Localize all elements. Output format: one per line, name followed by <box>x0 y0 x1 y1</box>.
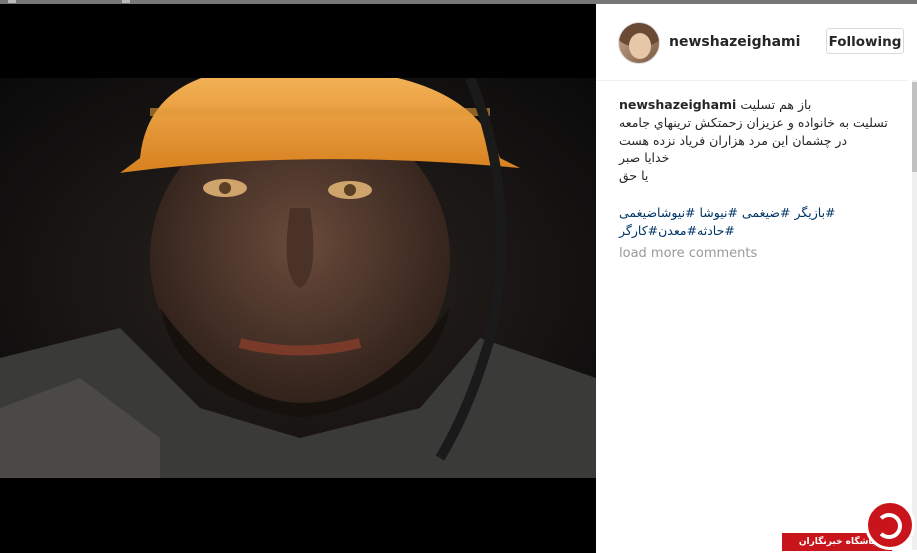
caption-line: در چشمان این مرد هزاران فریاد نزده هست <box>619 132 848 148</box>
hashtags: #بازیگر #ضیغمی #نیوشا #نیوشاضیغمی #حادثه… <box>619 204 836 239</box>
top-strip-mark <box>122 0 130 3</box>
miner-illustration <box>0 78 596 478</box>
load-more-comments-link[interactable]: load more comments <box>619 246 757 261</box>
top-strip-mark <box>8 0 16 3</box>
watermark-logo: باشگاه خبرنگاران <box>782 500 915 551</box>
caption-lines: تسلیت به خانواده و عزیزان زحمتکش ترینهاي… <box>619 114 888 184</box>
avatar[interactable] <box>618 22 660 64</box>
post-header: newshazeighami Following <box>596 4 907 81</box>
caption-first-line: newshazeighami باز هم تسلیت <box>619 96 811 114</box>
caption-username[interactable]: newshazeighami <box>619 97 736 112</box>
watermark-logo-icon <box>865 500 915 550</box>
photo-pane <box>0 4 596 553</box>
caption-line: یا حق <box>619 167 649 183</box>
avatar-face <box>629 33 651 59</box>
caption-line: خدایا صبر <box>619 150 670 165</box>
caption-first-text: باز هم تسلیت <box>740 97 812 112</box>
caption-line: تسلیت به خانواده و عزیزان زحمتکش ترینهاي… <box>619 115 888 130</box>
following-button[interactable]: Following <box>826 28 904 54</box>
scrollbar-thumb[interactable] <box>912 82 917 172</box>
post-sidebar: newshazeighami Following newshazeighami … <box>596 4 917 553</box>
sidebar-scrollbar[interactable] <box>912 80 917 550</box>
miner-photo[interactable] <box>0 78 596 478</box>
hashtag-line[interactable]: #حادثه#معدن#کارگر <box>619 222 836 240</box>
watermark-glyph <box>876 513 902 539</box>
hashtag-line[interactable]: #بازیگر #ضیغمی #نیوشا #نیوشاضیغمی <box>619 204 836 222</box>
username-link[interactable]: newshazeighami <box>669 34 800 50</box>
